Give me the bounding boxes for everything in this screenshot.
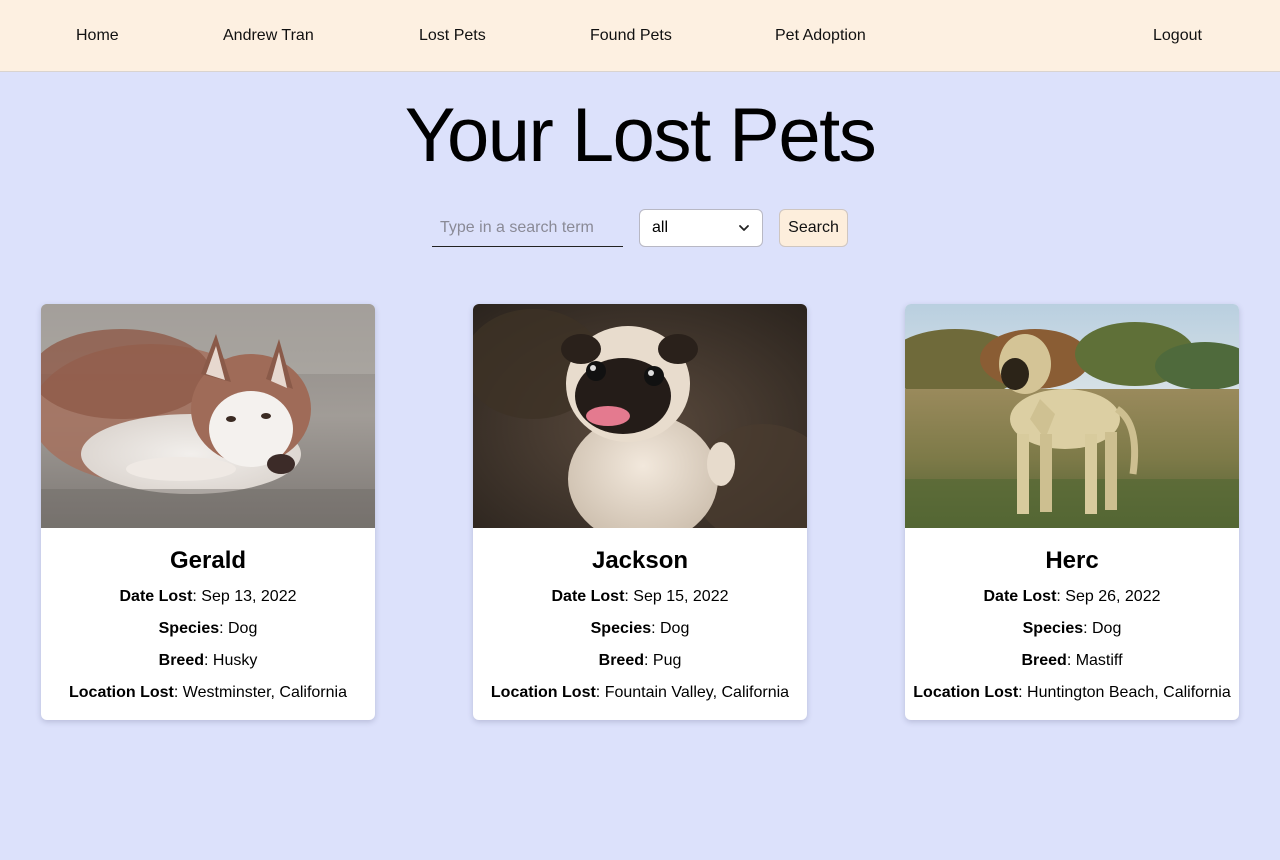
field-separator: : xyxy=(595,684,605,701)
species-value: Dog xyxy=(1092,620,1122,637)
breed-label: Breed xyxy=(598,652,644,669)
pet-breed: Breed: Pug xyxy=(473,651,807,671)
nav-home-link[interactable]: Home xyxy=(76,0,119,72)
date-lost-value: Sep 13, 2022 xyxy=(201,588,297,605)
pet-species: Species: Dog xyxy=(41,619,375,639)
field-separator: : xyxy=(651,620,660,637)
nav-user-profile-link[interactable]: Andrew Tran xyxy=(223,0,314,72)
location-lost-value: Westminster, California xyxy=(182,684,347,701)
date-lost-value: Sep 26, 2022 xyxy=(1065,588,1161,605)
pet-species: Species: Dog xyxy=(905,619,1239,639)
nav-lost-pets-link[interactable]: Lost Pets xyxy=(419,0,486,72)
field-separator: : xyxy=(204,652,213,669)
species-filter-selected-value: all xyxy=(652,219,669,236)
location-lost-label: Location Lost xyxy=(490,684,596,701)
search-button[interactable]: Search xyxy=(779,209,848,247)
species-label: Species xyxy=(158,620,220,637)
pet-breed: Breed: Husky xyxy=(41,651,375,671)
species-value: Dog xyxy=(660,620,690,637)
field-separator: : xyxy=(1018,684,1028,701)
pet-location-lost: Location Lost: Huntington Beach, Califor… xyxy=(905,683,1239,703)
date-lost-label: Date Lost xyxy=(983,588,1057,605)
nav-pet-adoption-link[interactable]: Pet Adoption xyxy=(775,0,866,72)
search-input[interactable] xyxy=(432,210,623,247)
nav-logout-link[interactable]: Logout xyxy=(1153,0,1202,72)
husky-photo xyxy=(41,304,375,528)
pet-date-lost: Date Lost: Sep 15, 2022 xyxy=(473,587,807,607)
location-lost-value: Huntington Beach, California xyxy=(1027,684,1231,701)
field-separator: : xyxy=(192,588,202,605)
pet-name: Jackson xyxy=(591,547,689,574)
date-lost-label: Date Lost xyxy=(119,588,193,605)
pet-card[interactable]: Herc Date Lost: Sep 26, 2022 Species: Do… xyxy=(905,304,1239,720)
pet-breed: Breed: Mastiff xyxy=(905,651,1239,671)
top-navbar: Home Andrew Tran Lost Pets Found Pets Pe… xyxy=(0,0,1280,72)
pet-card[interactable]: Jackson Date Lost: Sep 15, 2022 Species:… xyxy=(473,304,807,720)
species-label: Species xyxy=(1022,620,1084,637)
breed-value: Husky xyxy=(212,652,258,669)
nav-found-pets-link[interactable]: Found Pets xyxy=(590,0,672,72)
field-separator: : xyxy=(624,588,634,605)
pet-species: Species: Dog xyxy=(473,619,807,639)
field-separator: : xyxy=(644,652,653,669)
chevron-down-icon xyxy=(739,225,749,231)
date-lost-value: Sep 15, 2022 xyxy=(633,588,729,605)
pet-location-lost: Location Lost: Fountain Valley, Californ… xyxy=(473,683,807,703)
species-value: Dog xyxy=(228,620,258,637)
location-lost-label: Location Lost xyxy=(913,684,1019,701)
pet-date-lost: Date Lost: Sep 13, 2022 xyxy=(41,587,375,607)
location-lost-value: Fountain Valley, California xyxy=(604,684,790,701)
mastiff-photo xyxy=(905,304,1239,528)
pug-photo xyxy=(473,304,807,528)
pet-location-lost: Location Lost: Westminster, California xyxy=(41,683,375,703)
breed-label: Breed xyxy=(158,652,204,669)
field-separator: : xyxy=(1056,588,1066,605)
pet-name: Gerald xyxy=(169,547,247,574)
location-lost-label: Location Lost xyxy=(69,684,174,701)
date-lost-label: Date Lost xyxy=(551,588,625,605)
breed-value: Mastiff xyxy=(1075,652,1123,669)
field-separator: : xyxy=(1066,652,1076,669)
pet-name: Herc xyxy=(1045,547,1099,574)
species-filter-select[interactable]: all xyxy=(639,209,763,247)
field-separator: : xyxy=(219,620,228,637)
breed-label: Breed xyxy=(1021,652,1067,669)
species-label: Species xyxy=(590,620,652,637)
field-separator: : xyxy=(1083,620,1092,637)
field-separator: : xyxy=(173,684,183,701)
breed-value: Pug xyxy=(652,652,682,669)
pet-date-lost: Date Lost: Sep 26, 2022 xyxy=(905,587,1239,607)
pet-card[interactable]: Gerald Date Lost: Sep 13, 2022 Species: … xyxy=(41,304,375,720)
page-title: Your Lost Pets xyxy=(404,93,877,178)
